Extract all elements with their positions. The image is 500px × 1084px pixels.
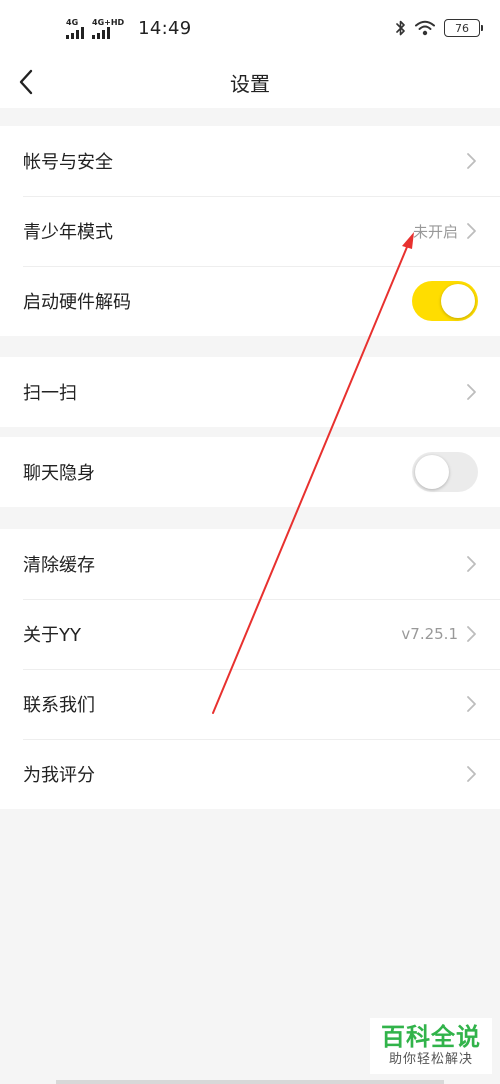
setting-row-rate-us[interactable]: 为我评分 [0,739,500,809]
signal-bars-icon [66,26,84,39]
setting-row-hardware-decoding: 启动硬件解码 [0,266,500,336]
watermark-logo: 百科全说 助你轻松解决 [370,1018,492,1074]
setting-label: 启动硬件解码 [23,292,131,313]
setting-row-contact-us[interactable]: 联系我们 [0,669,500,739]
status-time: 14:49 [138,17,192,39]
chevron-right-icon [467,766,476,782]
chevron-right-icon [467,153,476,169]
setting-label: 聊天隐身 [23,463,95,484]
chevron-right-icon [467,696,476,712]
settings-group-chat: 聊天隐身 [0,437,500,507]
chevron-right-icon [467,223,476,239]
settings-group-account: 帐号与安全 青少年模式 未开启 启动硬件解码 [0,126,500,336]
chevron-right-icon [467,626,476,642]
watermark-title: 百科全说 [381,1023,481,1051]
watermark-subtitle: 助你轻松解决 [388,1052,473,1067]
app-version: v7.25.1 [401,625,458,643]
battery-level: 76 [455,21,469,35]
setting-label: 扫一扫 [23,383,77,404]
setting-row-account-security[interactable]: 帐号与安全 [0,126,500,196]
setting-label: 青少年模式 [23,222,113,243]
setting-row-teen-mode[interactable]: 青少年模式 未开启 [0,196,500,266]
setting-label: 关于YY [23,625,81,646]
setting-label: 帐号与安全 [23,152,113,173]
hardware-decoding-toggle[interactable] [412,281,478,321]
battery-icon: 76 [444,19,483,37]
status-bar: 4G 4G+HD 14:49 76 [0,0,500,56]
wifi-icon [415,20,435,36]
chat-invisible-toggle[interactable] [412,452,478,492]
toggle-knob [415,455,449,489]
signal-indicator-1: 4G [66,18,84,39]
setting-row-scan[interactable]: 扫一扫 [0,357,500,427]
setting-row-about[interactable]: 关于YY v7.25.1 [0,599,500,669]
settings-group-scan: 扫一扫 [0,357,500,427]
setting-row-clear-cache[interactable]: 清除缓存 [0,529,500,599]
settings-group-misc: 清除缓存 关于YY v7.25.1 联系我们 为我评分 [0,529,500,809]
setting-label: 清除缓存 [23,555,95,576]
page-title: 设置 [230,71,270,96]
bluetooth-icon [396,20,405,36]
signal-bars-icon [92,26,110,39]
toggle-knob [441,284,475,318]
chevron-left-icon [19,69,33,95]
setting-label: 联系我们 [23,695,95,716]
teen-mode-status: 未开启 [412,222,458,241]
setting-row-chat-invisible: 聊天隐身 [0,437,500,507]
back-button[interactable] [8,64,44,100]
signal-label-1: 4G [66,17,79,27]
setting-label: 为我评分 [23,765,95,786]
nav-bar: 设置 [0,56,500,108]
signal-label-2: 4G+HD [92,17,125,27]
chevron-right-icon [467,384,476,400]
signal-indicator-2: 4G+HD [92,18,124,39]
status-right: 76 [396,19,483,37]
settings-screen: 4G 4G+HD 14:49 76 设置 帐号与安全 青少年模式 未开启 启动硬… [0,0,500,1084]
chevron-right-icon [467,556,476,572]
home-indicator [56,1080,444,1084]
